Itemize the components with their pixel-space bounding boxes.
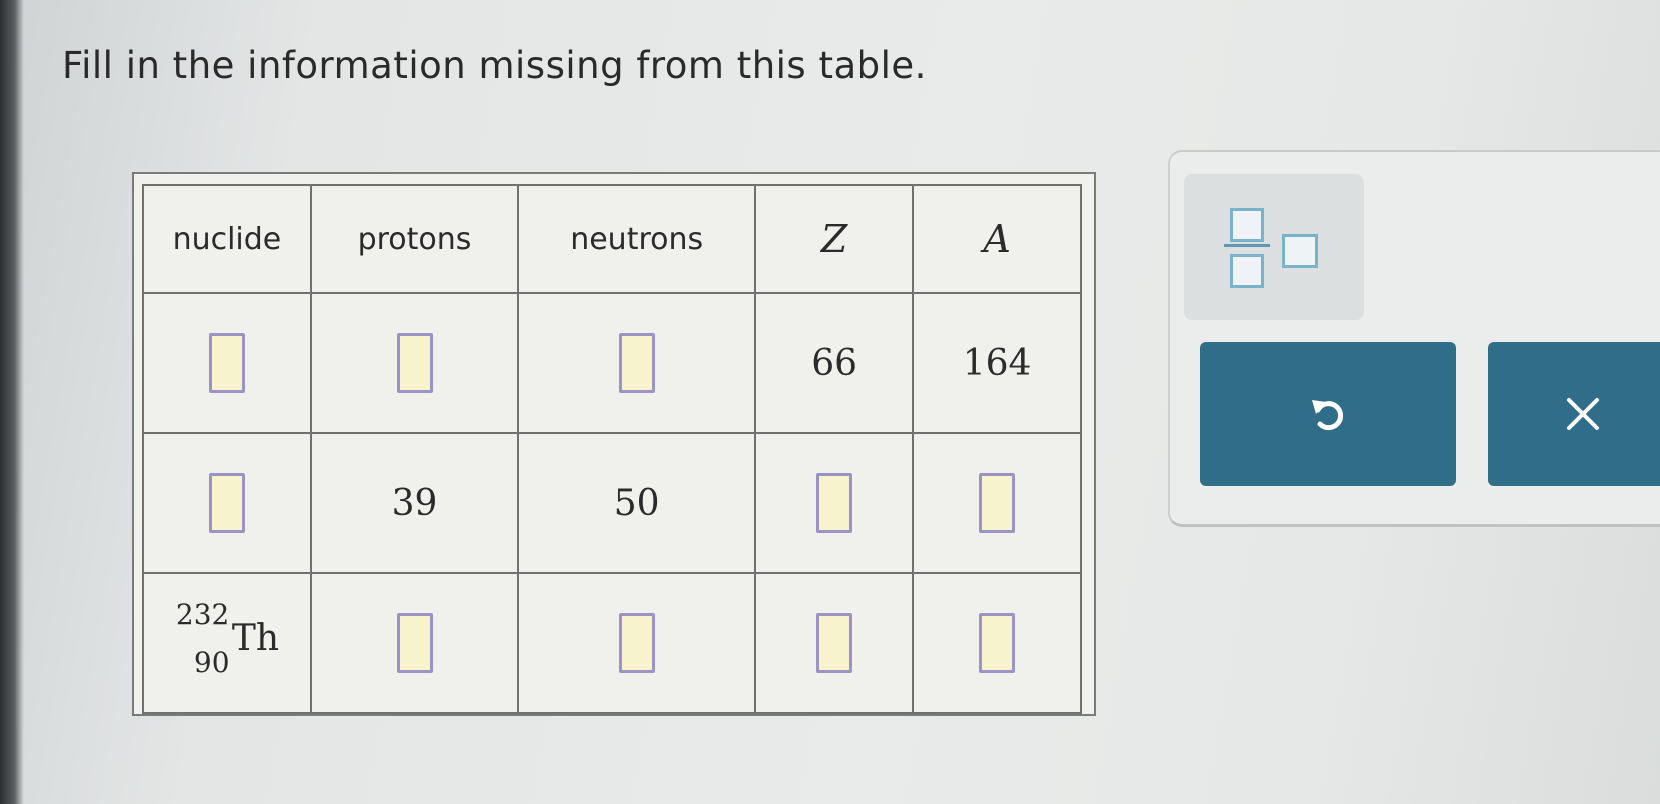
table-row: 66 164: [142, 292, 1082, 434]
answer-input-neutrons[interactable]: [618, 613, 655, 673]
answer-input-protons[interactable]: [396, 613, 433, 673]
cell-nuclide: [142, 292, 312, 434]
mass-number: 232: [175, 597, 230, 631]
answer-input-nuclide[interactable]: [208, 473, 245, 533]
cell-z: [754, 572, 915, 714]
nuclide-table: nuclide protons neutrons Z A 66 164 39 5…: [142, 184, 1082, 714]
cell-z: [754, 432, 915, 574]
nuclide-symbol: 232 90 Th: [162, 594, 292, 684]
answer-input-nuclide[interactable]: [208, 333, 245, 393]
element-symbol: Th: [231, 617, 280, 659]
nuclide-table-container: nuclide protons neutrons Z A 66 164 39 5…: [132, 172, 1096, 716]
question-prompt: Fill in the information missing from thi…: [62, 44, 927, 87]
clear-button[interactable]: [1488, 342, 1660, 486]
page: Fill in the information missing from thi…: [0, 0, 1660, 804]
fraction-template-button[interactable]: [1184, 174, 1364, 320]
fraction-bar: [1224, 244, 1270, 247]
header-a: A: [912, 184, 1082, 294]
cell-a: 164: [912, 292, 1082, 434]
answer-input-a[interactable]: [979, 473, 1016, 533]
cell-protons: 39: [309, 432, 520, 574]
header-nuclide: nuclide: [142, 184, 312, 294]
answer-tools-panel: [1168, 150, 1660, 527]
cell-protons: [309, 572, 520, 714]
table-row: 232 90 Th: [142, 572, 1082, 714]
answer-input-neutrons[interactable]: [618, 333, 655, 393]
table-row: 39 50: [142, 432, 1082, 574]
cell-neutrons: [517, 572, 757, 714]
cell-nuclide: 232 90 Th: [142, 572, 312, 714]
cell-neutrons: [517, 292, 757, 434]
answer-input-z[interactable]: [816, 613, 853, 673]
undo-icon: [1312, 400, 1344, 431]
cell-neutrons: 50: [517, 432, 757, 574]
answer-input-z[interactable]: [816, 473, 853, 533]
cell-protons: [309, 292, 520, 434]
answer-input-a[interactable]: [979, 613, 1016, 673]
cell-a: [912, 572, 1082, 714]
header-protons: protons: [309, 184, 520, 294]
atomic-number: 90: [193, 645, 230, 679]
screen-bezel: [0, 0, 24, 804]
undo-button[interactable]: [1200, 342, 1456, 486]
header-neutrons: neutrons: [517, 184, 757, 294]
cell-a: [912, 432, 1082, 574]
cell-z: 66: [754, 292, 915, 434]
fraction-denominator-box: [1230, 254, 1264, 288]
cell-nuclide: [142, 432, 312, 574]
header-z: Z: [754, 184, 915, 294]
fraction-template-icon: [1230, 208, 1264, 242]
table-header-row: nuclide protons neutrons Z A: [142, 184, 1082, 294]
fraction-whole-box: [1282, 234, 1318, 268]
answer-input-protons[interactable]: [396, 333, 433, 393]
close-icon: [1567, 398, 1599, 430]
